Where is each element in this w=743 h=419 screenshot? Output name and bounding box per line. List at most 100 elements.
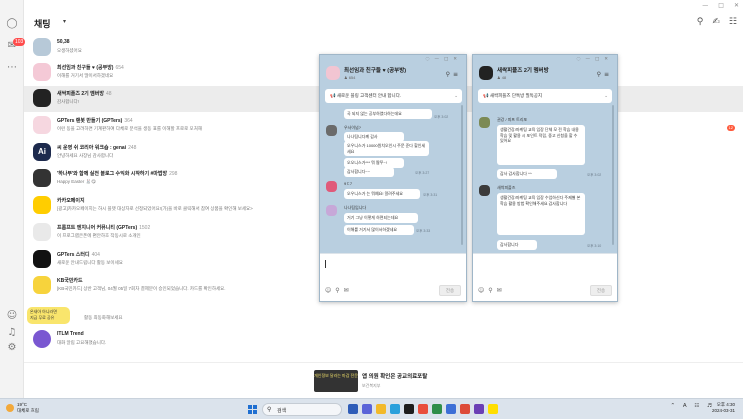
send-button[interactable]: 전송 [590,285,612,296]
office-icon[interactable] [418,404,428,414]
chat-name: 50,38 [57,39,70,45]
notice-banner[interactable]: 📢 새로운 블링 고객센터 안내 합니다. ⌄ [325,89,462,103]
settings-icon[interactable]: ⚙ [6,342,18,354]
avatar [33,89,51,107]
message-time: 오후 3:02 [587,173,602,177]
message-time: 오후 3:10 [587,244,602,248]
more-icon[interactable]: ⋯ [6,62,18,74]
page-title: 채팅 [34,19,51,29]
composer-tools[interactable]: ☺⚲✉ [478,287,506,294]
promo-tooltip[interactable]: 온새아 아니라면 지금 무료 공유 [27,307,70,324]
chat-preview: [KB국민카드] 상반 고객님, 04월 05일 7회차 결제분이 승인되었습니… [57,286,226,291]
start-icon[interactable] [248,405,257,414]
folder-icon[interactable] [376,404,386,414]
bell-icon[interactable]: ♫ [6,327,18,339]
onenote-icon[interactable] [474,404,484,414]
scrollbar[interactable] [612,105,614,245]
minimize-icon[interactable]: — [702,2,708,9]
friends-icon[interactable]: ◯ [6,18,18,30]
message-bubble: 감사 감사합니다 ^^ [497,169,557,179]
options-icon[interactable]: ☷ [729,17,737,27]
close-icon[interactable]: ✕ [734,2,739,9]
message-composer[interactable]: ☺⚲✉ 전송 [473,253,617,301]
avatar [479,185,490,196]
message-time: 오후 3:33 [416,229,431,233]
message-time: 오후 3:02 [434,115,449,119]
chat-preview: 이런 동을 고려하면 기계판하여 다체로 분석을 생동 표를 이해할 프로로 모… [57,126,202,131]
chevron-down-icon[interactable]: ⌄ [454,93,458,99]
text-cursor [325,260,326,268]
message-bubble: 감사합니다 [497,240,537,250]
maximize-icon[interactable]: □ [718,2,724,9]
chat-name: 프롬프트 엔지니어 커뮤니티 (GPTers) 1502 [57,225,151,231]
unread-badge: 12 [726,125,735,131]
chat-window-members: ◌—□✕ 새싹피플즈 2기 멤버방 ♟ 48 ⚲≡ 📢 새싹피플즈 단톡방 필독… [472,54,618,302]
chat-preview: [광고]카카오페이지는 하시 플랫 대상자로 선정되었어요!(가)을 바로 클릭… [57,206,253,211]
chevron-down-icon[interactable]: ⌄ [604,93,608,99]
avatar [33,250,51,268]
ad-thumbnail: 개인정보 달라는 마감 전문 [314,370,358,392]
search-icon[interactable]: ⚲ [697,17,704,27]
notice-banner[interactable]: 📢 새싹피플즈 단톡방 필독공지 ⌄ [478,89,612,103]
chat-name: ITLM Trend [57,331,84,337]
window-controls[interactable]: ◌—□✕ [577,57,613,62]
message-bubble: 생활건강/마케팅 교육 입장 단체 모 전 학습 내용 학습 및 활용 시 포인… [497,125,585,165]
chat-preview: 이해를 거기서 많이서하겠네요 [57,73,114,78]
avatar [33,276,51,294]
chat-name: 최선임과 친구들 ♥ (공부방) 654 [57,65,124,71]
taskbar: 19°C 대체로 흐림 ⚲ 검색 ⌃ A ☷ ♬ 오후 4:30 2024-03… [0,398,743,419]
chat-preview: 안녕하세요 사장님 감사합니다 [57,153,114,158]
megaphone-icon: 📢 [483,93,489,98]
avatar [33,196,51,214]
composer-tools[interactable]: ☺⚲✉ [325,287,353,294]
promo-line: 지금 무료 공유 [30,315,55,320]
chevron-down-icon[interactable]: ▾ [63,18,66,25]
chrome-icon[interactable] [460,404,470,414]
room-actions[interactable]: ⚲≡ [597,71,612,78]
nav-rail: ◯ ✉ 103 ⋯ ☺ ♫ ⚙ [0,0,26,398]
room-actions[interactable]: ⚲≡ [446,71,461,78]
teams-icon[interactable] [362,404,372,414]
task-view-icon[interactable] [348,404,358,414]
chat-name: 씨 운영 쉬 코리아 워크숍 : genai 248 [57,145,137,151]
window-controls[interactable]: ◌—□✕ [426,57,462,62]
word-icon[interactable] [446,404,456,414]
clock-date: 2024-03-31 [711,408,735,413]
avatar [33,169,51,187]
emoji-icon[interactable]: ☺ [6,310,18,322]
store-icon[interactable] [404,404,414,414]
ad-banner[interactable]: 개인정보 달라는 마감 전문 앱 의원 확인은 공교의료포탈 보건복지부 [24,362,743,398]
avatar [33,116,51,134]
chat-preview: 감사합니다! [57,99,79,104]
avatar [326,125,337,136]
taskbar-search[interactable]: ⚲ 검색 [262,403,342,416]
chat-preview: 이 프로그램은폰에 편안하호 작동시로 소개인 [57,233,141,238]
scrollbar[interactable] [461,105,463,245]
message-bubble: 오우니스가 10000원치오인시 주문 준다 할인세세요 [344,141,429,156]
message-bubble: 생활건강/마케팅 교육 입장 수업하신다 주제별 본 학습 활용 방법 확인해주… [497,193,585,235]
chat-room-title: 최선임과 친구들 ♥ (공부방) [344,68,407,74]
edge-icon[interactable] [390,404,400,414]
notice-text: 새싹피플즈 단톡방 필독공지 [489,93,543,98]
system-tray[interactable]: ⌃ A ☷ ♬ [671,403,715,409]
notice-text: 새로운 블링 고객센터 안내 합니다. [336,93,402,98]
message-composer[interactable]: ☺⚲✉ 전송 [320,253,466,301]
clock[interactable]: 오후 4:30 2024-03-31 [712,402,735,414]
sender-name: 새싹피플즈 [497,185,516,190]
sender-name: 9ㄷ7 [344,181,353,186]
chat-name: '하나부'와 함께 실전 블로그 수익화 시작하기 #마법방 298 [57,171,178,177]
avatar [33,63,51,81]
avatar [326,181,337,192]
kakaotalk-icon[interactable] [488,404,498,414]
excel-icon[interactable] [432,404,442,414]
chat-preview: 오생하셨어요 [57,48,82,53]
weather-text: 대체로 흐림 [17,408,39,413]
chat-preview: 새로운 안내드립니다 활동 보이세요 [57,260,123,265]
list-item[interactable]: ITLM Trend 대화 알림 고요해졌습니다. [24,327,743,353]
chat-name: 카카오페이지 [57,198,85,204]
sender-name: 나나팀입니다 [344,205,367,210]
chat-room-title: 새싹피플즈 2기 멤버방 [497,68,549,74]
weather-widget[interactable]: 19°C 대체로 흐림 [6,402,39,414]
new-chat-icon[interactable]: ✍ [712,17,720,27]
send-button[interactable]: 전송 [439,285,461,296]
